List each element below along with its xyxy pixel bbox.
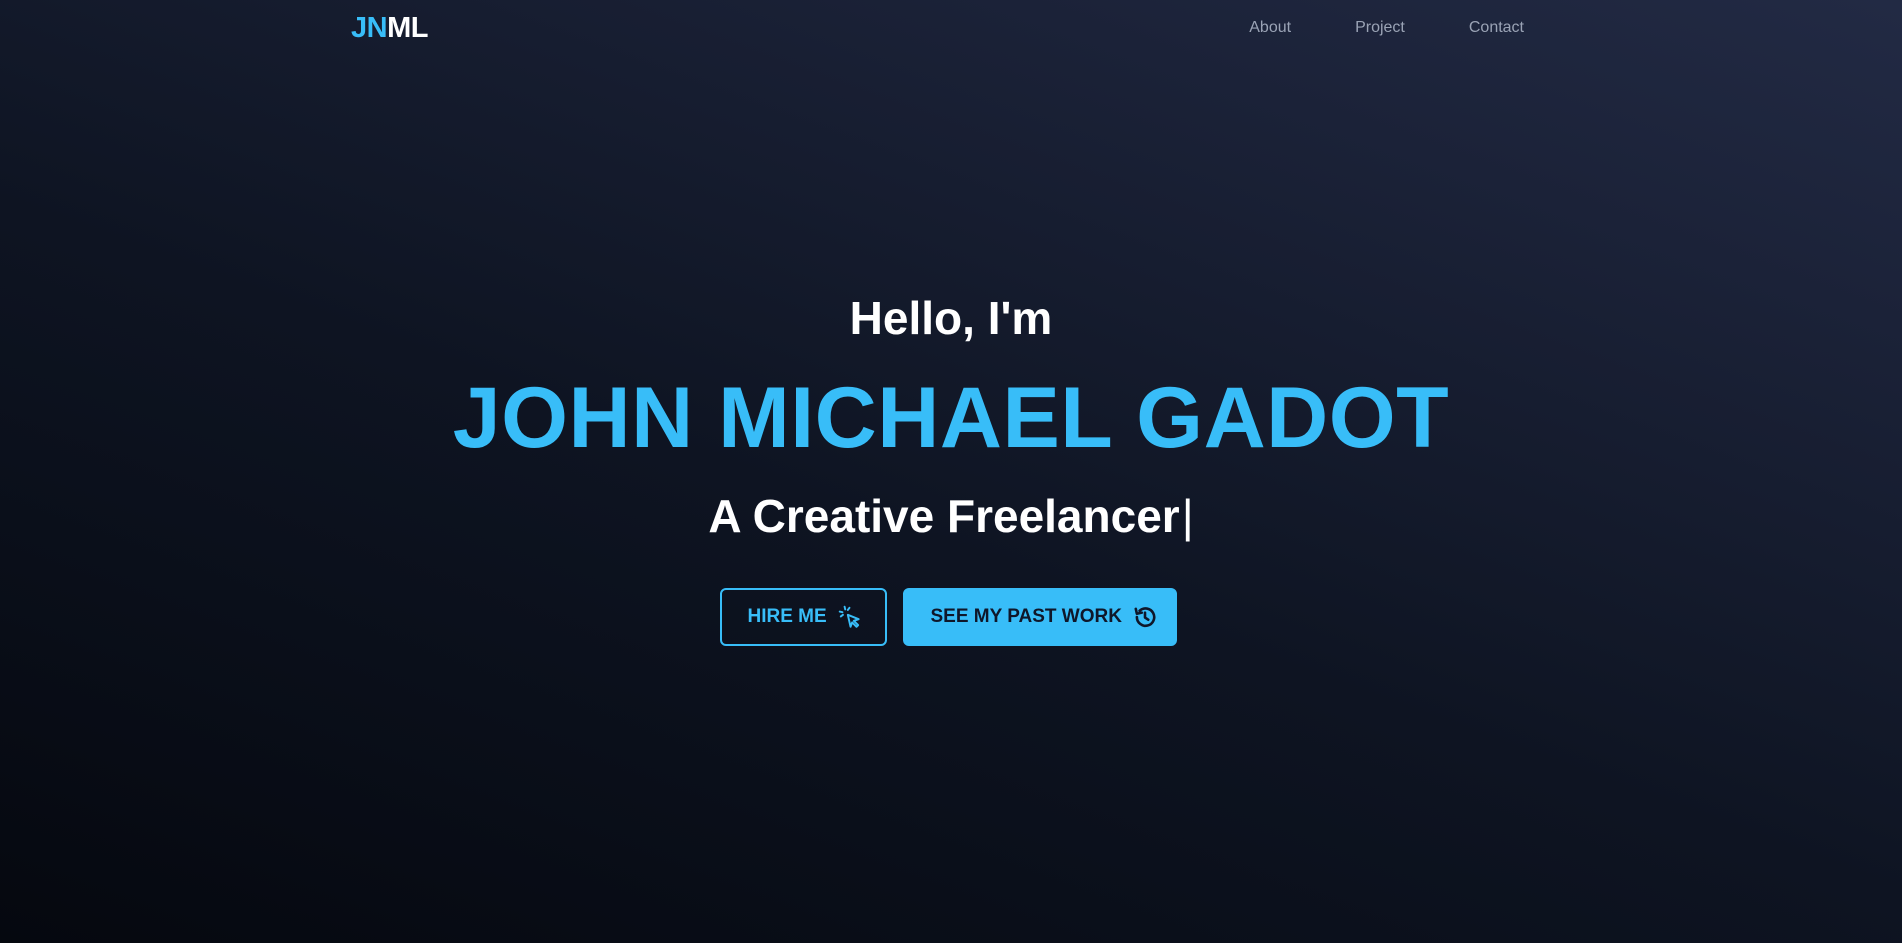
hero-greeting: Hello, I'm bbox=[849, 292, 1053, 344]
hero-role: A Creative Freelancer bbox=[708, 490, 1180, 542]
hero-name: JOHN MICHAEL GADOT bbox=[452, 370, 1450, 466]
hire-me-button[interactable]: HIRE ME bbox=[719, 588, 887, 646]
hero-actions: HIRE ME SEE MY PAST WORK bbox=[0, 588, 1902, 646]
hero-role-line: A Creative Freelancer| bbox=[0, 488, 1902, 544]
hero-section: Hello, I'm JOHN MICHAEL GADOT A Creative… bbox=[0, 0, 1902, 943]
history-icon bbox=[1132, 604, 1158, 630]
hire-me-label: HIRE ME bbox=[747, 606, 827, 627]
see-past-work-label: SEE MY PAST WORK bbox=[930, 606, 1122, 627]
cursor-click-icon bbox=[837, 604, 863, 630]
typing-cursor: | bbox=[1181, 490, 1194, 542]
see-past-work-button[interactable]: SEE MY PAST WORK bbox=[902, 588, 1177, 646]
